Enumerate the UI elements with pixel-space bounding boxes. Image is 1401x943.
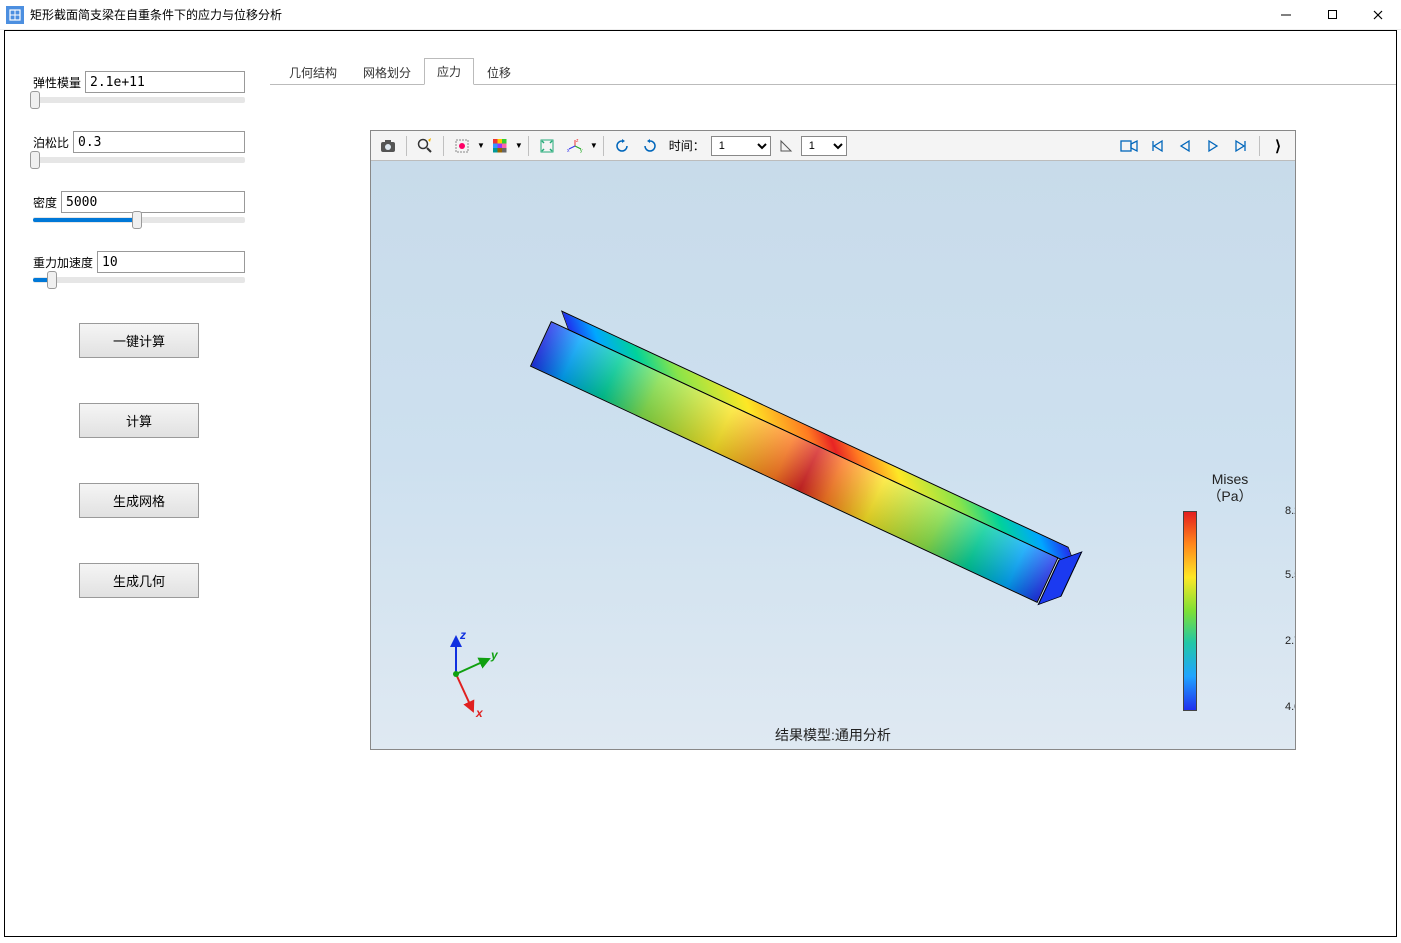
zoom-icon[interactable] [412, 134, 438, 158]
elastic-modulus-input[interactable] [85, 71, 245, 93]
density-label: 密度 [33, 194, 57, 211]
dropdown-caret-icon[interactable]: ▼ [590, 141, 598, 150]
selection-icon[interactable] [449, 134, 475, 158]
viewport-canvas[interactable]: z y x Mises （Pa） 8.293e+04 [371, 161, 1295, 749]
gravity-input[interactable] [97, 251, 245, 273]
legend-q3: 5.528e+04 [1285, 569, 1295, 581]
poisson-slider[interactable] [33, 157, 245, 163]
step-angle-icon[interactable] [773, 134, 799, 158]
viewport: ▼ ▼ zyx ▼ 时间： 1 1 [370, 130, 1296, 750]
svg-text:y: y [490, 648, 499, 662]
elastic-modulus-slider[interactable] [33, 97, 245, 103]
tab-geometry[interactable]: 几何结构 [276, 59, 350, 85]
generate-geometry-button[interactable]: 生成几何 [79, 563, 199, 598]
legend-max: 8.293e+04 [1285, 505, 1295, 517]
time-label: 时间： [669, 137, 705, 154]
main-panel: 几何结构 网格划分 应力 位移 ▼ ▼ zyx ▼ [270, 31, 1396, 936]
gravity-slider[interactable] [33, 277, 245, 283]
snapshot-icon[interactable] [375, 134, 401, 158]
fit-view-icon[interactable] [534, 134, 560, 158]
elastic-modulus-label: 弹性模量 [33, 74, 81, 91]
app-body: 弹性模量 泊松比 密度 [4, 30, 1397, 937]
tab-displacement[interactable]: 位移 [474, 59, 524, 85]
window-title: 矩形截面简支梁在自重条件下的应力与位移分析 [30, 6, 282, 23]
first-frame-icon[interactable] [1144, 134, 1170, 158]
titlebar: 矩形截面简支梁在自重条件下的应力与位移分析 [0, 0, 1401, 30]
orientation-triad: z y x [411, 629, 501, 719]
tab-bar: 几何结构 网格划分 应力 位移 [270, 61, 1396, 85]
close-button[interactable] [1355, 0, 1401, 30]
tab-stress[interactable]: 应力 [424, 58, 474, 85]
generate-mesh-button[interactable]: 生成网格 [79, 483, 199, 518]
expand-icon[interactable]: ⟩ [1265, 134, 1291, 158]
tab-mesh[interactable]: 网格划分 [350, 59, 424, 85]
sidebar: 弹性模量 泊松比 密度 [5, 31, 270, 936]
camera-animation-icon[interactable] [1116, 134, 1142, 158]
rotate-ccw-icon[interactable] [609, 134, 635, 158]
minimize-button[interactable] [1263, 0, 1309, 30]
rotate-cw-icon[interactable] [637, 134, 663, 158]
last-frame-icon[interactable] [1228, 134, 1254, 158]
svg-text:x: x [475, 706, 484, 720]
density-input[interactable] [61, 191, 245, 213]
color-legend: Mises （Pa） 8.293e+04 5.528e+04 2.764e+04… [1175, 471, 1285, 713]
beam-model [530, 321, 1059, 603]
legend-q2: 2.764e+04 [1285, 635, 1295, 647]
viewport-toolbar: ▼ ▼ zyx ▼ 时间： 1 1 [371, 131, 1295, 161]
svg-text:y: y [580, 148, 583, 154]
time-select[interactable]: 1 [711, 136, 771, 156]
compute-all-button[interactable]: 一键计算 [79, 323, 199, 358]
poisson-input[interactable] [73, 131, 245, 153]
play-icon[interactable] [1200, 134, 1226, 158]
legend-title-2: （Pa） [1207, 488, 1252, 504]
prev-frame-icon[interactable] [1172, 134, 1198, 158]
dropdown-caret-icon[interactable]: ▼ [477, 141, 485, 150]
colormap-icon[interactable] [487, 134, 513, 158]
gravity-label: 重力加速度 [33, 254, 93, 271]
legend-min: 4.026e-06 [1285, 701, 1295, 713]
axes-view-icon[interactable]: zyx [562, 134, 588, 158]
colorbar [1183, 511, 1197, 711]
density-slider[interactable] [33, 217, 245, 223]
compute-button[interactable]: 计算 [79, 403, 199, 438]
svg-text:z: z [459, 628, 466, 642]
maximize-button[interactable] [1309, 0, 1355, 30]
legend-title-1: Mises [1212, 471, 1249, 487]
app-icon [6, 6, 24, 24]
dropdown-caret-icon[interactable]: ▼ [515, 141, 523, 150]
frame-select[interactable]: 1 [801, 136, 847, 156]
model-label: 结果模型:通用分析 [371, 725, 1295, 745]
svg-text:z: z [576, 138, 579, 144]
poisson-label: 泊松比 [33, 134, 69, 151]
